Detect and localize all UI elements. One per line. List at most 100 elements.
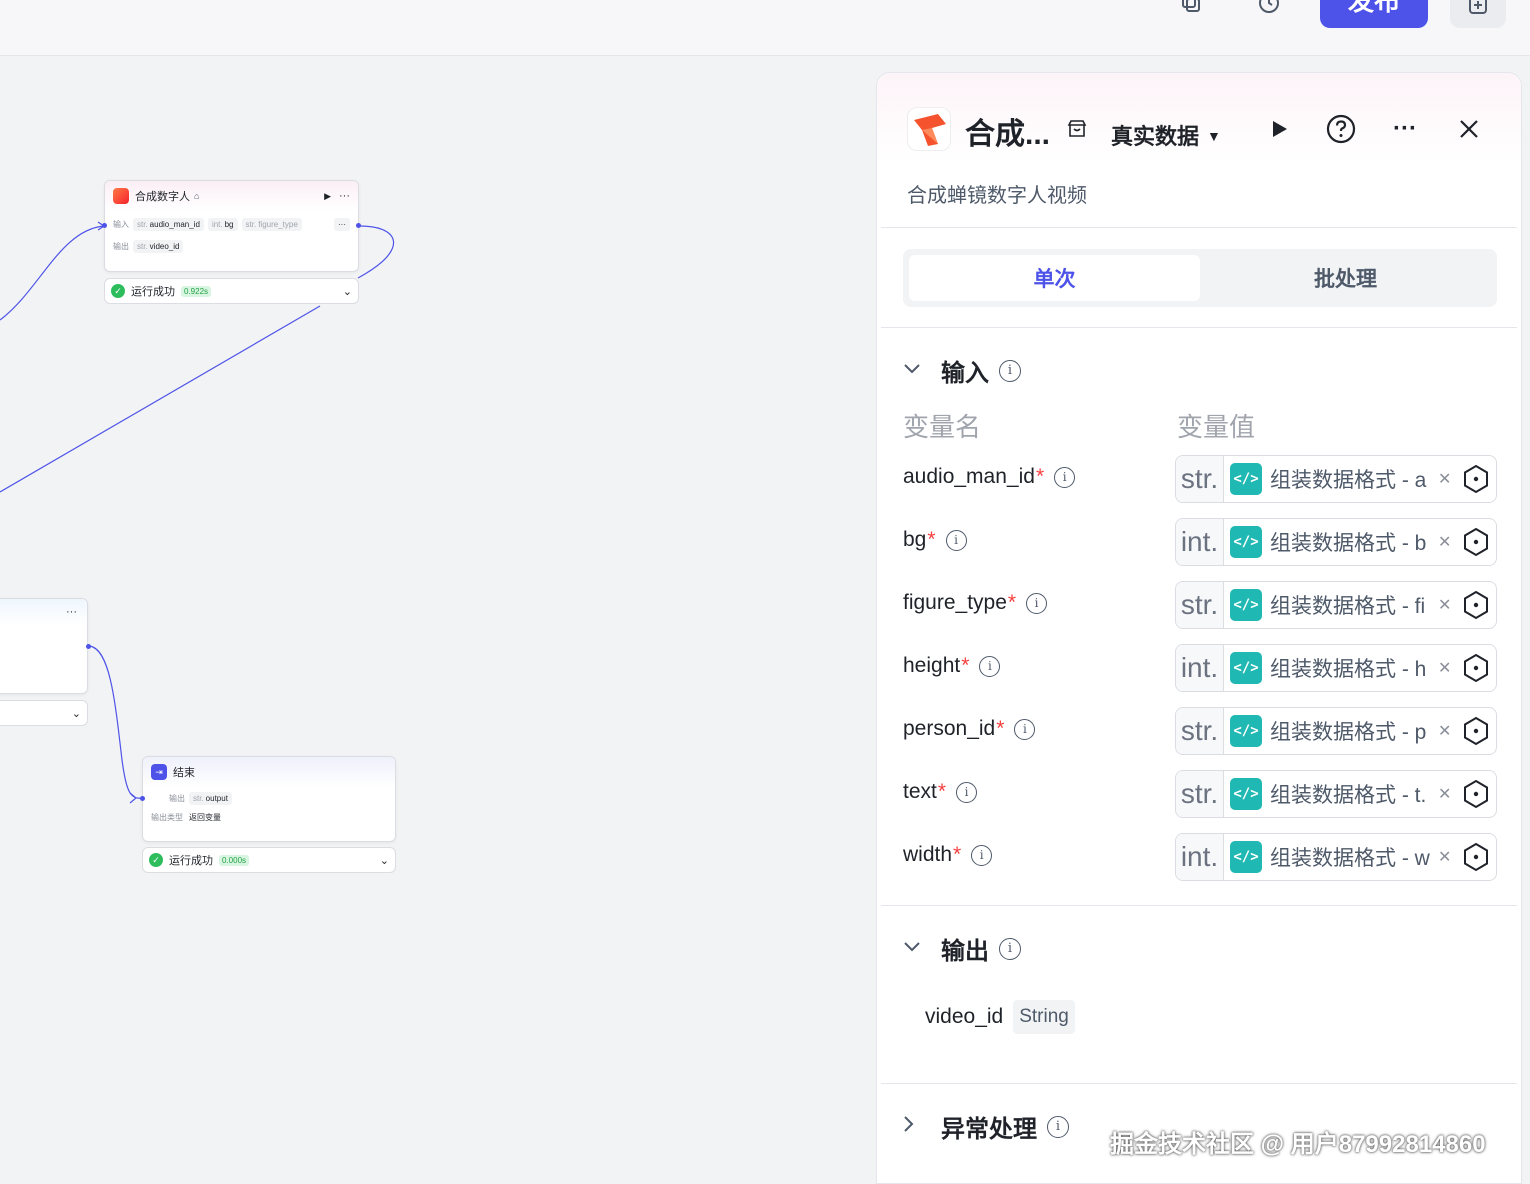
output-section-title: 输出: [941, 938, 989, 965]
tab-single[interactable]: 单次: [909, 255, 1200, 301]
required-mark: *: [996, 717, 1005, 740]
input-section-header[interactable]: 输入 i: [903, 353, 1021, 388]
info-icon[interactable]: i: [999, 359, 1021, 382]
clear-icon[interactable]: ✕: [1438, 847, 1451, 867]
input-port[interactable]: [102, 223, 107, 228]
output-port[interactable]: [356, 223, 361, 228]
run-node-icon[interactable]: ▶: [324, 191, 331, 202]
node-run-status[interactable]: ✓ 运行成功 0.000s ⌄: [142, 847, 396, 873]
input-port[interactable]: [140, 796, 145, 801]
variable-value-field[interactable]: str. </> 组装数据格式 - t. ✕: [1175, 770, 1497, 818]
output-variable-name: video_id: [925, 1005, 1004, 1028]
copy-icon[interactable]: [1174, 0, 1208, 20]
variable-picker-icon[interactable]: [1461, 590, 1491, 620]
info-icon[interactable]: i: [1014, 718, 1036, 740]
chevron-down-icon: [903, 940, 929, 958]
chevron-down-icon[interactable]: ⌄: [343, 285, 352, 298]
output-port[interactable]: [86, 644, 91, 649]
close-icon[interactable]: [1451, 111, 1487, 147]
input-chip: int. bg: [207, 217, 238, 231]
code-node-icon: </>: [1230, 526, 1262, 558]
chevron-down-icon[interactable]: ⌄: [72, 707, 81, 720]
output-variable: video_id String: [925, 1000, 1075, 1034]
info-icon[interactable]: i: [956, 781, 978, 803]
variable-value-field[interactable]: int. </> 组装数据格式 - h ✕: [1175, 644, 1497, 692]
clear-icon[interactable]: ✕: [1438, 469, 1451, 489]
node-header: 合成数字人 ⌂ ▶ ···: [105, 181, 358, 211]
variable-picker-icon[interactable]: [1461, 653, 1491, 683]
node-outputs-row: 输出 str. output: [143, 787, 395, 809]
output-type-label: 输出类型: [151, 812, 183, 822]
publish-button[interactable]: 发布: [1320, 0, 1428, 28]
run-icon[interactable]: [1261, 111, 1297, 147]
divider: [881, 1083, 1517, 1084]
node-digital-human[interactable]: 合成数字人 ⌂ ▶ ··· 输入 str. audio_man_id int. bg…: [104, 180, 359, 272]
add-icon[interactable]: [1450, 0, 1506, 28]
info-icon[interactable]: i: [1054, 466, 1076, 488]
variable-picker-icon[interactable]: [1461, 527, 1491, 557]
variable-picker-icon[interactable]: [1461, 842, 1491, 872]
store-icon[interactable]: [1067, 119, 1087, 145]
clear-icon[interactable]: ✕: [1438, 658, 1451, 678]
variable-name: width * i: [903, 843, 993, 867]
variable-row: audio_man_id * i str. </> 组装数据格式 - a ✕: [903, 455, 1497, 503]
node-inputs-row: 输入 str. audio_man_id int. bg str. figure_ty…: [105, 213, 358, 235]
clear-icon[interactable]: ✕: [1438, 784, 1451, 804]
required-mark: *: [927, 528, 936, 551]
help-icon[interactable]: [1323, 111, 1359, 147]
node-partial[interactable]: ···: [0, 598, 88, 694]
info-icon[interactable]: i: [1047, 1115, 1069, 1138]
data-mode-select[interactable]: 真实数据 ▼: [1111, 119, 1221, 151]
variable-name: text * i: [903, 780, 978, 804]
tab-batch[interactable]: 批处理: [1200, 255, 1491, 301]
variable-type: str.: [1176, 456, 1224, 502]
variable-row: figure_type * i str. </> 组装数据格式 - fi ✕: [903, 581, 1497, 629]
variable-type: int.: [1176, 519, 1224, 565]
variable-value-field[interactable]: str. </> 组装数据格式 - fi ✕: [1175, 581, 1497, 629]
variable-value-field[interactable]: str. </> 组装数据格式 - a ✕: [1175, 455, 1497, 503]
top-toolbar: 发布: [0, 0, 1530, 56]
outputs-label: 输出: [113, 241, 129, 251]
variable-name-text: height: [903, 654, 961, 677]
more-inputs-chip[interactable]: ···: [334, 217, 350, 231]
chevron-down-icon[interactable]: ⌄: [380, 854, 389, 867]
variable-reference: 组装数据格式 - p: [1270, 721, 1427, 744]
variable-type: int.: [1176, 645, 1224, 691]
info-icon[interactable]: i: [971, 844, 993, 866]
clear-icon[interactable]: ✕: [1438, 532, 1451, 552]
variable-name-header: 变量名: [903, 412, 982, 442]
variable-value-field[interactable]: int. </> 组装数据格式 - b ✕: [1175, 518, 1497, 566]
node-more-icon[interactable]: ···: [339, 190, 350, 202]
variable-picker-icon[interactable]: [1461, 779, 1491, 809]
run-mode-tabs: 单次 批处理: [903, 249, 1497, 307]
history-icon[interactable]: [1252, 0, 1286, 20]
more-icon[interactable]: ···: [1387, 111, 1423, 147]
output-type-value: 返回变量: [189, 812, 221, 822]
variable-picker-icon[interactable]: [1461, 464, 1491, 494]
code-node-icon: </>: [1230, 715, 1262, 747]
error-section-title: 异常处理: [941, 1116, 1037, 1143]
variable-value-field[interactable]: str. </> 组装数据格式 - p ✕: [1175, 707, 1497, 755]
node-title: 合成数字人: [135, 191, 190, 203]
info-icon[interactable]: i: [979, 655, 1001, 677]
node-run-status[interactable]: ⌄: [0, 700, 88, 726]
variable-reference: 组装数据格式 - w: [1270, 847, 1430, 870]
clear-icon[interactable]: ✕: [1438, 595, 1451, 615]
info-icon[interactable]: i: [999, 937, 1021, 960]
node-end[interactable]: ⇥ 结束 输出 str. output 输出类型 返回变量: [142, 756, 396, 842]
variable-picker-icon[interactable]: [1461, 716, 1491, 746]
node-more-icon[interactable]: ···: [0, 599, 87, 625]
node-run-status[interactable]: ✓ 运行成功 0.922s ⌄: [104, 278, 359, 304]
info-icon[interactable]: i: [1026, 592, 1048, 614]
run-time-badge: 0.000s: [219, 854, 250, 866]
clear-icon[interactable]: ✕: [1438, 721, 1451, 741]
status-text: 运行成功: [169, 855, 213, 867]
node-header: ⇥ 结束: [143, 757, 395, 787]
variable-value-field[interactable]: int. </> 组装数据格式 - w ✕: [1175, 833, 1497, 881]
output-chip: str. video_id: [133, 239, 184, 253]
variable-name-text: width: [903, 843, 953, 866]
error-section-header[interactable]: 异常处理 i: [903, 1109, 1069, 1144]
info-icon[interactable]: i: [945, 529, 967, 551]
chevron-right-icon: [903, 1115, 929, 1138]
output-section-header[interactable]: 输出 i: [903, 931, 1021, 966]
